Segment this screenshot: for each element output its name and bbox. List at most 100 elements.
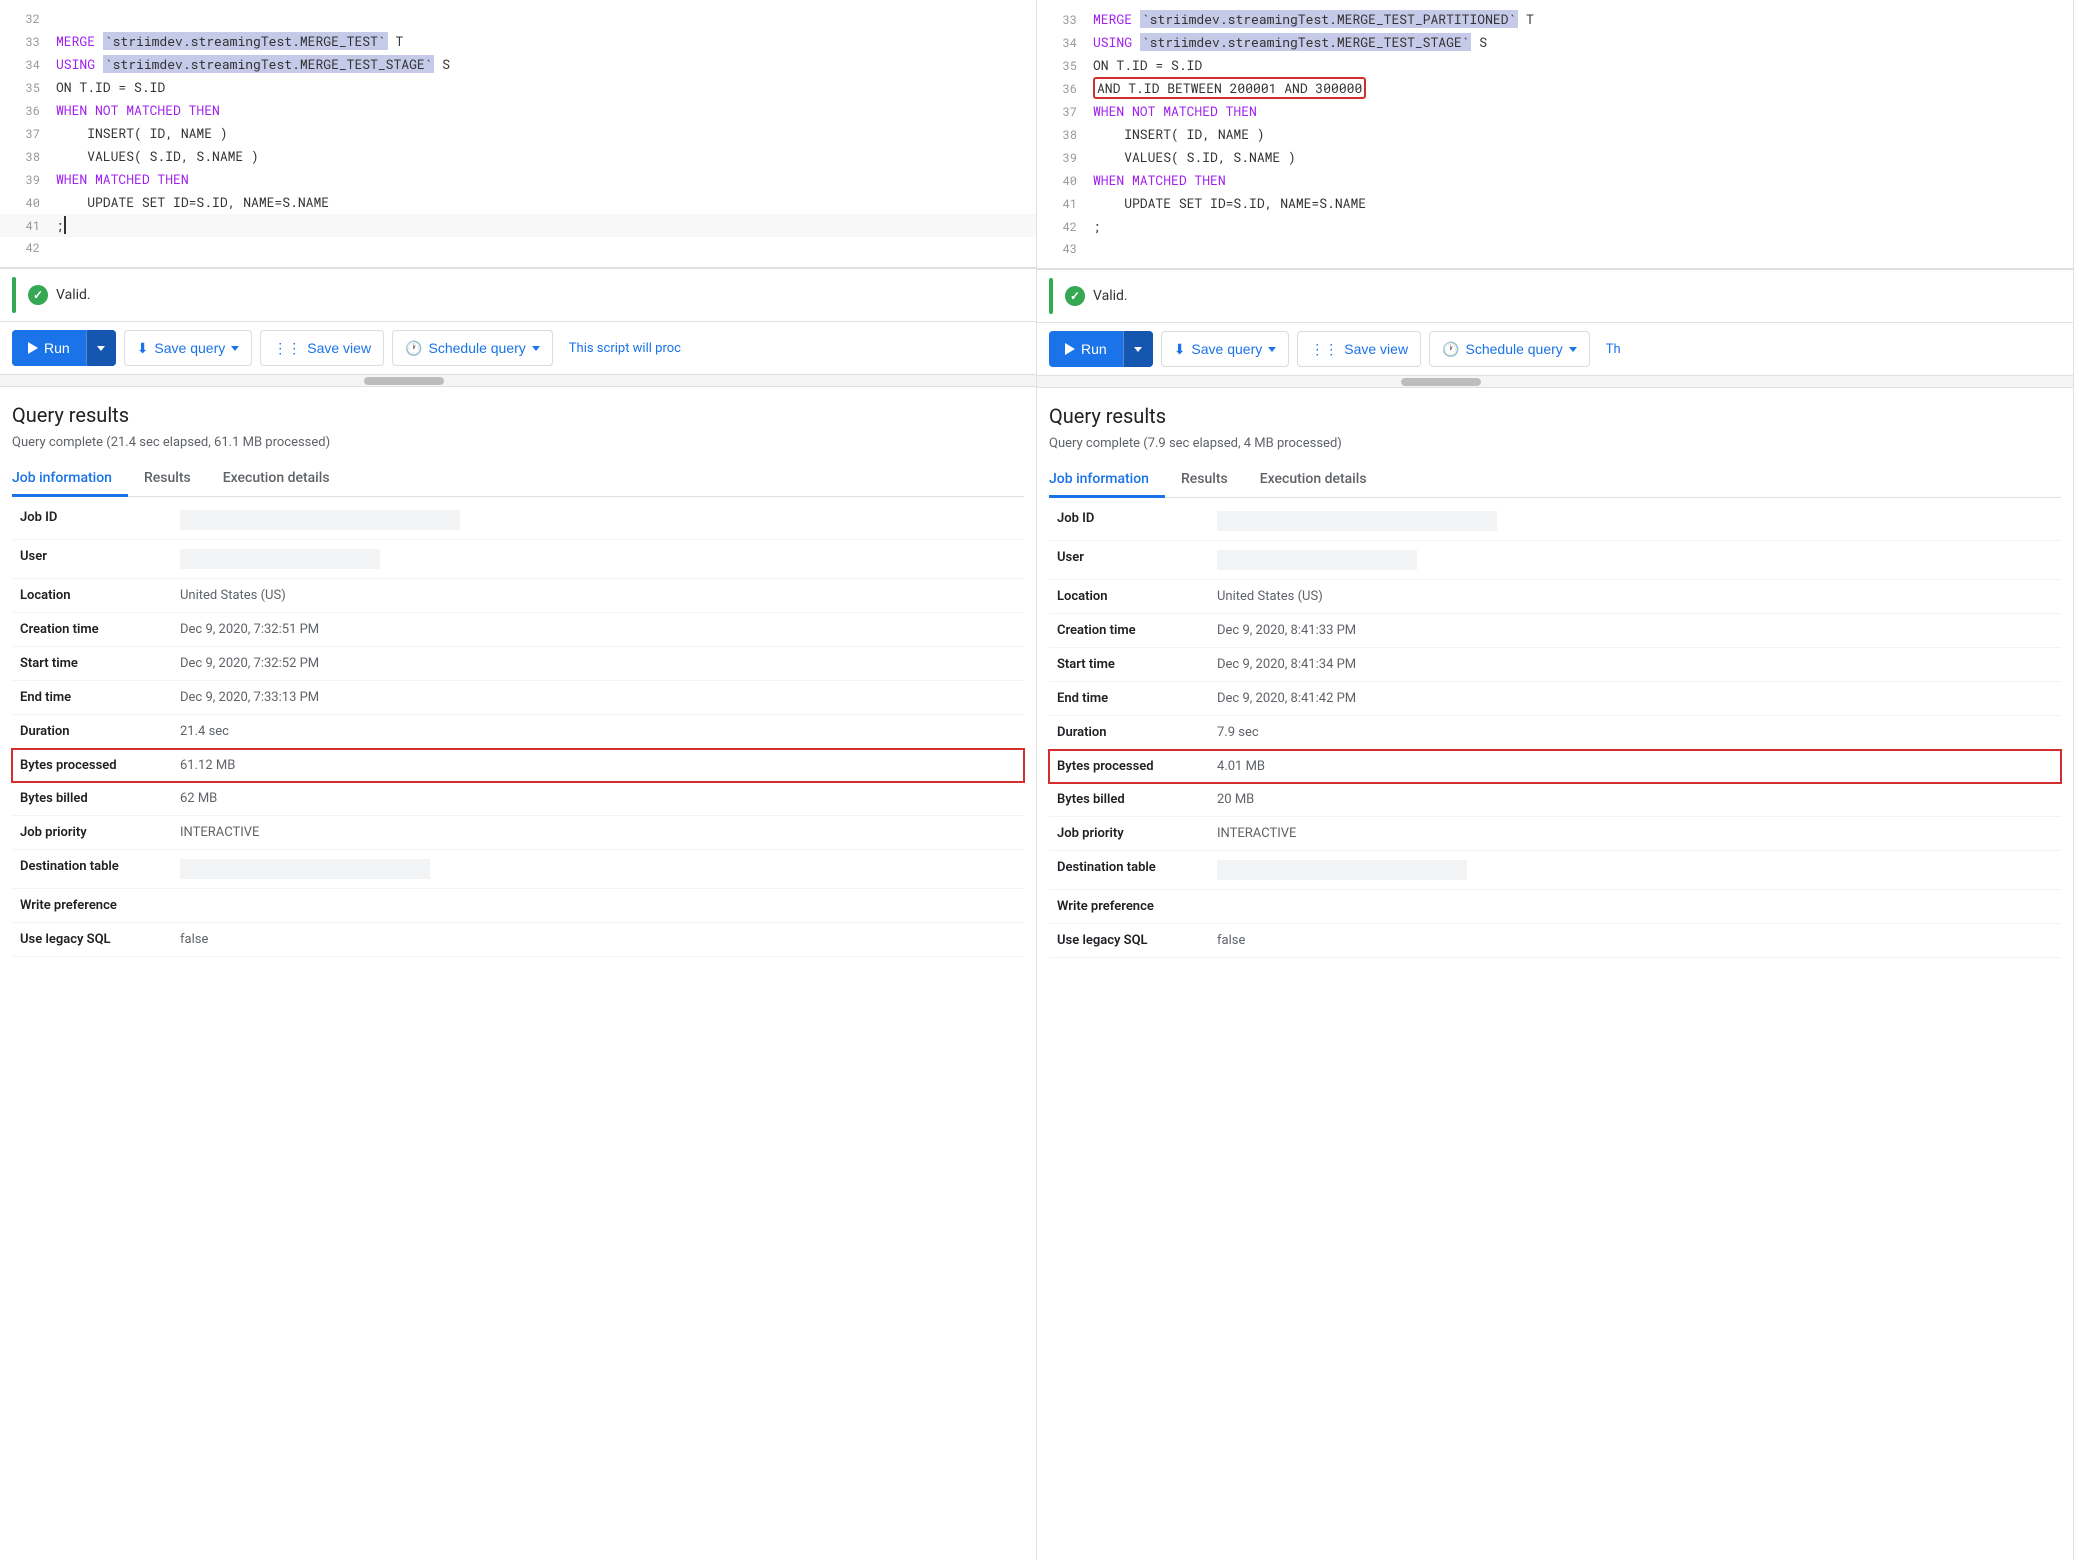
field-value — [1209, 502, 2061, 541]
left-code-editor[interactable]: 32 33 MERGE `striimdev.streamingTest.MER… — [0, 0, 1036, 268]
code-line-33: 33 MERGE `striimdev.streamingTest.MERGE_… — [0, 30, 1036, 53]
field-value — [1209, 541, 2061, 580]
field-label: Duration — [1049, 716, 1209, 750]
code-line-35: 35 ON T.ID = S.ID — [0, 76, 1036, 99]
right-tabs: Job information Results Execution detail… — [1049, 463, 2061, 498]
left-tab-job-information[interactable]: Job information — [12, 462, 128, 497]
right-query-stats: Query complete (7.9 sec elapsed, 4 MB pr… — [1049, 436, 2061, 451]
field-label: End time — [1049, 682, 1209, 716]
field-label: User — [1049, 541, 1209, 580]
left-tab-execution-details[interactable]: Execution details — [207, 462, 346, 497]
code-line-38: 38 VALUES( S.ID, S.NAME ) — [0, 145, 1036, 168]
code-line-39: 39 VALUES( S.ID, S.NAME ) — [1037, 146, 2073, 169]
field-label: Bytes processed — [12, 749, 172, 783]
left-tabs: Job information Results Execution detail… — [12, 462, 1024, 497]
code-line-34: 34 USING `striimdev.streamingTest.MERGE_… — [0, 53, 1036, 76]
table-row: Job ID — [12, 501, 1024, 540]
left-schedule-query-button[interactable]: 🕐 Schedule query — [392, 330, 553, 366]
left-scrollbar[interactable] — [0, 375, 1036, 387]
right-save-view-button[interactable]: ⋮⋮ Save view — [1297, 331, 1421, 367]
table-row: Creation time Dec 9, 2020, 8:41:33 PM — [1049, 614, 2061, 648]
right-tab-job-information[interactable]: Job information — [1049, 463, 1165, 498]
code-line-42: 42 — [0, 237, 1036, 259]
field-value: 7.9 sec — [1209, 716, 2061, 750]
scrollbar-thumb[interactable] — [1401, 378, 1481, 386]
left-run-main[interactable]: Run — [12, 330, 86, 366]
left-tab-results[interactable]: Results — [128, 462, 207, 497]
code-line-38: 38 INSERT( ID, NAME ) — [1037, 123, 2073, 146]
left-run-button[interactable]: Run — [12, 330, 116, 366]
field-value: INTERACTIVE — [172, 816, 1024, 850]
field-value: Dec 9, 2020, 7:32:52 PM — [172, 647, 1024, 681]
code-line-43: 43 — [1037, 238, 2073, 260]
field-value: Dec 9, 2020, 8:41:34 PM — [1209, 648, 2061, 682]
chevron-down-icon — [97, 346, 105, 351]
table-row: Destination table — [1049, 851, 2061, 890]
table-row: Write preference — [12, 889, 1024, 923]
field-label: Start time — [1049, 648, 1209, 682]
table-row: User — [12, 540, 1024, 579]
check-icon: ✓ — [28, 285, 48, 305]
right-valid-bar: ✓ Valid. — [1037, 269, 2073, 323]
table-row: Job priority INTERACTIVE — [12, 816, 1024, 850]
table-row: Use legacy SQL false — [1049, 924, 2061, 958]
left-save-view-button[interactable]: ⋮⋮ Save view — [260, 330, 384, 366]
right-save-query-button[interactable]: ⬇ Save query — [1161, 331, 1290, 367]
field-label: Write preference — [12, 889, 172, 923]
code-line-36: 36 WHEN NOT MATCHED THEN — [0, 99, 1036, 122]
field-value: Dec 9, 2020, 7:33:13 PM — [172, 681, 1024, 715]
code-line-40: 40 WHEN MATCHED THEN — [1037, 169, 2073, 192]
right-run-main[interactable]: Run — [1049, 331, 1123, 367]
left-run-dropdown[interactable] — [86, 330, 116, 366]
save-view-label: Save view — [307, 340, 371, 356]
field-label: Creation time — [12, 613, 172, 647]
right-run-dropdown[interactable] — [1123, 331, 1153, 367]
right-schedule-query-button[interactable]: 🕐 Schedule query — [1429, 331, 1590, 367]
left-info-table: Job ID User Location United States (US) … — [12, 501, 1024, 957]
table-row: Use legacy SQL false — [12, 923, 1024, 957]
table-row: Start time Dec 9, 2020, 7:32:52 PM — [12, 647, 1024, 681]
field-label: Location — [12, 579, 172, 613]
save-view-label: Save view — [1344, 341, 1408, 357]
table-row: Creation time Dec 9, 2020, 7:32:51 PM — [12, 613, 1024, 647]
field-label: Use legacy SQL — [1049, 924, 1209, 958]
bytes-processed-row: Bytes processed 61.12 MB — [12, 749, 1024, 783]
left-save-query-button[interactable]: ⬇ Save query — [124, 330, 253, 366]
right-info-table: Job ID User Location United States (US) … — [1049, 502, 2061, 958]
chevron-down-icon — [1569, 347, 1577, 352]
table-row: Location United States (US) — [12, 579, 1024, 613]
chevron-down-icon — [532, 346, 540, 351]
grid-icon: ⋮⋮ — [1310, 341, 1338, 358]
right-tab-execution-details[interactable]: Execution details — [1244, 463, 1383, 498]
save-icon: ⬇ — [137, 340, 149, 357]
right-script-notice: Th — [1598, 342, 1621, 357]
field-value: 62 MB — [172, 782, 1024, 816]
right-results-title: Query results — [1049, 404, 2061, 428]
field-label: End time — [12, 681, 172, 715]
right-scrollbar[interactable] — [1037, 376, 2073, 388]
check-icon: ✓ — [1065, 286, 1085, 306]
right-tab-results[interactable]: Results — [1165, 463, 1244, 498]
code-line-36: 36 AND T.ID BETWEEN 200001 AND 300000 — [1037, 77, 2073, 100]
field-label: Destination table — [12, 850, 172, 889]
right-run-button[interactable]: Run — [1049, 331, 1153, 367]
code-line-39: 39 WHEN MATCHED THEN — [0, 168, 1036, 191]
left-panel: 32 33 MERGE `striimdev.streamingTest.MER… — [0, 0, 1037, 1560]
play-icon — [28, 342, 38, 354]
code-line-40: 40 UPDATE SET ID=S.ID, NAME=S.NAME — [0, 191, 1036, 214]
run-label: Run — [1081, 341, 1107, 357]
play-icon — [1065, 343, 1075, 355]
left-valid-text: Valid. — [56, 287, 91, 303]
right-code-editor[interactable]: 33 MERGE `striimdev.streamingTest.MERGE_… — [1037, 0, 2073, 269]
left-script-notice: This script will proc — [561, 341, 681, 356]
grid-icon: ⋮⋮ — [273, 340, 301, 357]
code-line-32: 32 — [0, 8, 1036, 30]
field-label: Creation time — [1049, 614, 1209, 648]
bytes-processed-row: Bytes processed 4.01 MB — [1049, 750, 2061, 784]
field-label: Bytes processed — [1049, 750, 1209, 784]
table-row: Duration 7.9 sec — [1049, 716, 2061, 750]
chevron-down-icon — [1134, 347, 1142, 352]
scrollbar-thumb[interactable] — [364, 377, 444, 385]
run-label: Run — [44, 340, 70, 356]
chevron-down-icon — [231, 346, 239, 351]
